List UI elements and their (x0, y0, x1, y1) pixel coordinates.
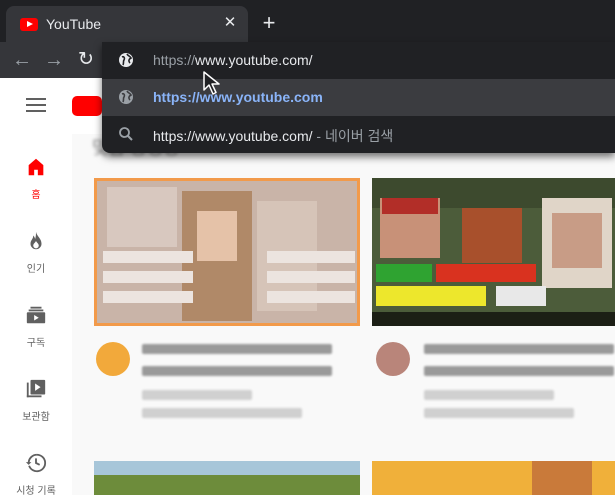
sidebar-item-trending[interactable]: 인기 (0, 216, 72, 290)
video-thumbnail[interactable] (372, 178, 615, 326)
history-icon (25, 453, 47, 473)
tab-title: YouTube (46, 16, 102, 32)
sidebar-item-label: 구독 (26, 338, 46, 349)
address-input[interactable]: https://www.youtube.com/ (153, 52, 313, 68)
globe-icon (119, 53, 133, 67)
close-tab-icon[interactable]: ✕ (220, 13, 240, 33)
home-icon (28, 158, 44, 176)
video-title-blurred[interactable] (424, 344, 614, 354)
tab-strip: YouTube ✕ + (0, 0, 615, 42)
video-meta-blurred (142, 408, 302, 418)
sidebar-item-label: 보관함 (22, 412, 50, 423)
omnibox-suggestion[interactable]: https://www.youtube.com (102, 79, 615, 116)
channel-avatar[interactable] (376, 342, 410, 376)
omnibox-dropdown: https://www.youtube.com/ https://www.you… (102, 42, 615, 153)
suggestion-source: - 네이버 검색 (316, 128, 394, 144)
url-scheme: https:// (153, 52, 196, 68)
library-icon (26, 379, 46, 398)
omnibox-suggestion[interactable]: https://www.youtube.com/ - 네이버 검색 (102, 116, 615, 153)
url-host: www.youtube.com/ (195, 52, 313, 68)
channel-name-blurred (142, 390, 252, 400)
channel-name-blurred (424, 390, 554, 400)
video-title-blurred[interactable] (142, 344, 332, 354)
sidebar-item-label: 시청 기록 (16, 486, 56, 495)
mouse-cursor-icon (203, 71, 220, 95)
sidebar-item-label: 인기 (26, 264, 46, 275)
reload-button[interactable]: ↻ (74, 48, 98, 72)
menu-icon[interactable] (26, 98, 46, 112)
suggestion-text: https://www.youtube.com/ - 네이버 검색 (153, 126, 393, 146)
sidebar: 홈 인기 구독 보관함 시청 기록 (0, 134, 72, 495)
fire-icon (30, 231, 42, 250)
sidebar-item-library[interactable]: 보관함 (0, 364, 72, 438)
video-meta-blurred (424, 408, 574, 418)
sidebar-item-label: 홈 (31, 190, 41, 201)
suggestion-url: https://www.youtube.com (153, 89, 323, 105)
address-bar[interactable]: https://www.youtube.com/ (102, 42, 615, 79)
video-thumbnail[interactable] (94, 461, 360, 495)
video-thumbnail[interactable] (94, 178, 360, 326)
back-button[interactable]: ← (10, 48, 34, 72)
youtube-favicon-icon (20, 18, 38, 31)
browser-tab[interactable]: YouTube ✕ (6, 6, 248, 42)
search-icon (119, 127, 133, 141)
suggestion-query: https://www.youtube.com/ (153, 128, 313, 144)
video-thumbnail[interactable] (372, 461, 615, 495)
subscriptions-icon (26, 306, 46, 324)
sidebar-item-home[interactable]: 홈 (0, 142, 72, 216)
video-title-blurred[interactable] (142, 366, 332, 376)
video-title-blurred[interactable] (424, 366, 614, 376)
globe-icon (119, 90, 133, 104)
sidebar-item-history[interactable]: 시청 기록 (0, 438, 72, 495)
sidebar-item-subscriptions[interactable]: 구독 (0, 290, 72, 364)
channel-avatar[interactable] (96, 342, 130, 376)
forward-button[interactable]: → (42, 48, 66, 72)
new-tab-button[interactable]: + (258, 12, 280, 34)
